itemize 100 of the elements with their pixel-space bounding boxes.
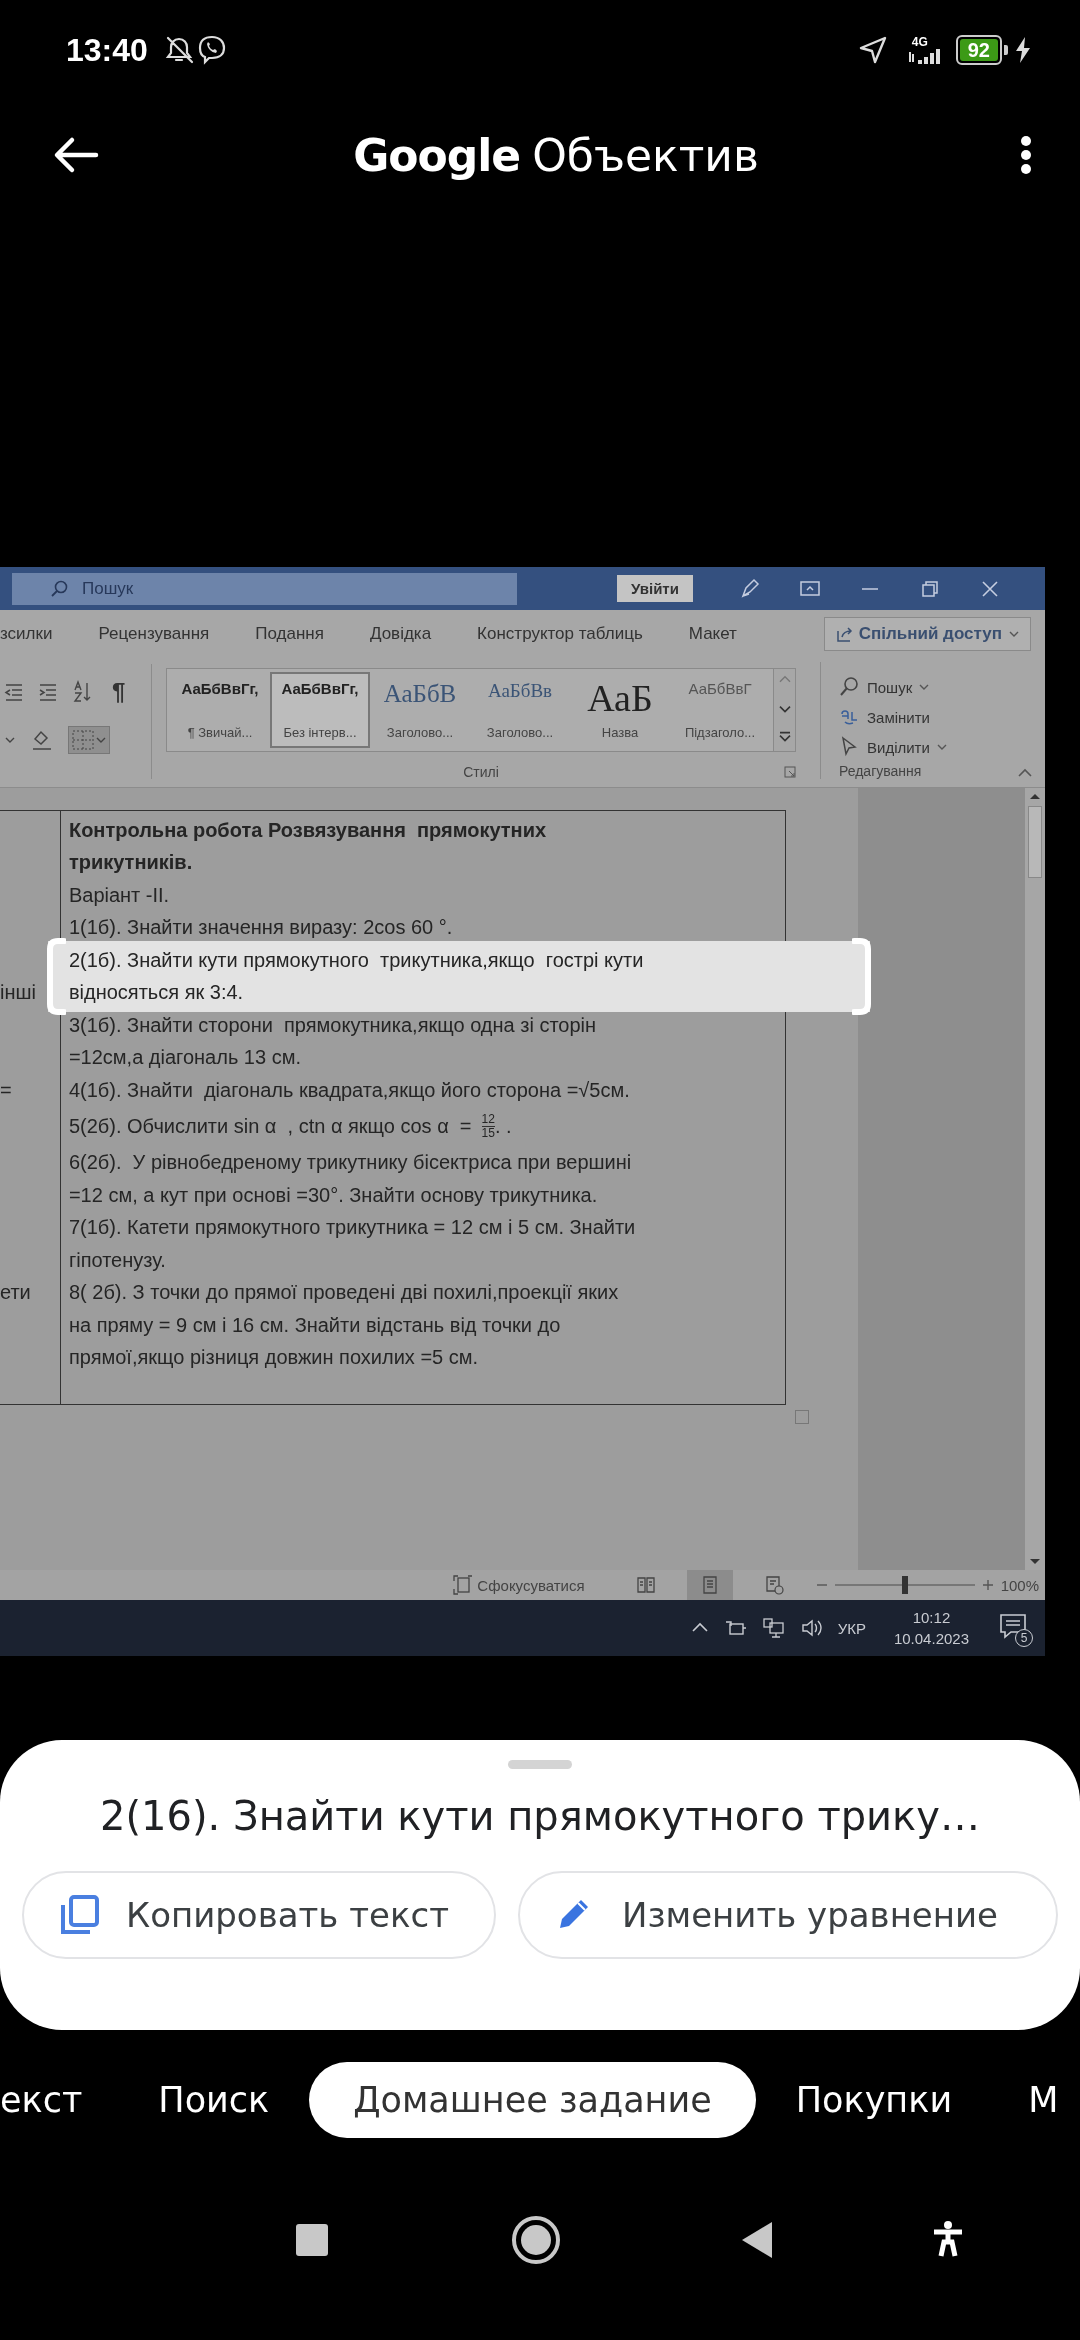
document-line: 8( 2б). З точки до прямої проведені дві похилі,проекції яких — [68, 1281, 619, 1305]
style-option[interactable]: АаБбВ Заголово... — [370, 672, 470, 748]
document-line: 7(1б). Катети прямокутного трикутника = 12 см і 5 см. Знайти — [68, 1216, 636, 1240]
caret-icon — [95, 735, 107, 745]
decrease-indent-icon[interactable] — [4, 682, 24, 702]
editing-command[interactable]: Пошук — [839, 672, 1000, 702]
location-arrow-icon — [857, 35, 888, 65]
document-line: . . — [494, 1115, 512, 1138]
network-icon[interactable] — [761, 1617, 786, 1639]
style-option[interactable]: АаБбВвГ Підзаголо... — [670, 672, 770, 748]
more-options-icon[interactable] — [1020, 135, 1032, 175]
action-button[interactable]: Изменить уравнение — [518, 1871, 1058, 1959]
style-option[interactable]: АаБбВвГг, Без інтерв... — [270, 672, 370, 748]
selection-bracket-icon[interactable] — [852, 937, 872, 1016]
style-option[interactable]: АаБ Назва — [570, 672, 670, 748]
recognized-text: 2(16). Знайти кути прямокутного трику… — [100, 1793, 980, 1839]
ribbon-tab[interactable]: Конструктор таблиць — [477, 624, 643, 644]
group-label: Стилі — [463, 764, 499, 780]
dialog-launcher-icon[interactable] — [784, 766, 796, 778]
caret-icon — [1008, 629, 1020, 639]
increase-indent-icon[interactable] — [38, 682, 58, 702]
mode-tab[interactable]: Покупки — [757, 2062, 991, 2138]
document-line: 5(2б). Обчислити sin α , ctn α якщо cos α = — [68, 1115, 472, 1138]
action-button[interactable]: Копировать текст — [22, 1871, 496, 1959]
square-icon[interactable] — [294, 2222, 330, 2258]
document-line: відносяться як 3:4. — [68, 981, 244, 1005]
ribbon-tab[interactable]: зсилки — [0, 624, 53, 644]
cell-text: інші — [0, 981, 36, 1005]
editing-command[interactable]: Замінити — [839, 702, 1000, 732]
copy-icon — [58, 1894, 100, 1936]
document-line: =12см,а діагональ 13 см. — [68, 1046, 301, 1070]
caret-icon — [935, 742, 948, 752]
document-line: Контрольна робота Розвязування прямокутних — [68, 818, 547, 842]
group-label: Редагування — [839, 763, 923, 779]
focus-icon — [453, 1575, 474, 1595]
ribbon-tab[interactable]: Рецензування — [98, 624, 210, 644]
language-indicator[interactable]: УКР — [837, 1619, 866, 1637]
shading-icon[interactable] — [30, 729, 54, 751]
drag-handle[interactable] — [508, 1760, 572, 1769]
caret-icon — [918, 682, 931, 692]
brand-name: Google — [353, 129, 521, 181]
style-option[interactable]: АаБбВв Заголово... — [470, 672, 570, 748]
zoom-level[interactable]: 100% — [1000, 1576, 1039, 1594]
selection-bracket-icon[interactable] — [46, 937, 66, 1016]
vertical-scrollbar[interactable] — [1025, 788, 1045, 1570]
signal-icon — [907, 47, 942, 65]
battery-plug-icon[interactable] — [723, 1618, 748, 1638]
table-resize-handle[interactable] — [795, 1410, 809, 1424]
focus-button[interactable]: Сфокусуватися — [453, 1575, 585, 1595]
view-button[interactable] — [686, 1570, 733, 1600]
document-line: гіпотенузу. — [68, 1248, 166, 1272]
table-borders-icon — [71, 729, 95, 751]
fraction: 12 15 — [481, 1113, 495, 1140]
share-icon — [834, 625, 853, 643]
battery-level: 92 — [959, 39, 998, 61]
caret-icon[interactable] — [4, 735, 16, 745]
document-line: прямої,якщо різниця довжин похилих =5 см. — [68, 1346, 479, 1370]
document-line: =12 см, а кут при основі =30°. Знайти основу трикутника. — [68, 1183, 598, 1207]
bell-off-icon — [163, 34, 196, 66]
cell-text: = — [0, 1078, 12, 1102]
document-line: на пряму = 9 см і 16 см. Знайти відстань від точки до — [68, 1313, 561, 1337]
editing-command[interactable]: Виділити — [839, 732, 1000, 762]
mode-tab[interactable]: М — [990, 2062, 1080, 2138]
collapse-ribbon-icon[interactable] — [1017, 767, 1033, 779]
zoom-in-icon[interactable] — [980, 1579, 995, 1591]
sign-in-button[interactable]: Увійти — [617, 575, 693, 602]
clock-time: 13:40 — [66, 31, 148, 69]
network-type: 4G — [911, 35, 928, 48]
document-line: 3(1б). Знайти сторони прямокутника,якщо одна зі сторін — [68, 1013, 597, 1037]
book-icon — [635, 1575, 656, 1595]
scroll-thumb[interactable] — [1028, 806, 1042, 878]
ribbon-tab[interactable]: Довідка — [369, 624, 432, 644]
mode-tab[interactable]: екст — [0, 2062, 121, 2138]
pilcrow-button[interactable]: ¶ — [112, 678, 126, 706]
search-icon — [50, 579, 68, 598]
document-line: 4(1б). Знайти діагональ квадрата,якщо його сторона =√5см. — [68, 1078, 630, 1102]
clock-date[interactable]: 10.04.2023 — [893, 1630, 969, 1647]
web-page-icon — [763, 1575, 784, 1595]
speaker-icon[interactable] — [799, 1617, 824, 1639]
clock-time[interactable]: 10:12 — [912, 1609, 951, 1626]
cell-text: ети — [0, 1281, 31, 1305]
notification-icon[interactable] — [997, 1611, 1029, 1641]
style-option[interactable]: АаБбВвГг, ¶ Звичай... — [170, 672, 270, 748]
mode-tab[interactable]: Поиск — [120, 2062, 308, 2138]
home-circle-icon[interactable] — [510, 2214, 562, 2266]
document-line: трикутників. — [68, 851, 193, 875]
notification-badge: 5 — [1015, 1629, 1033, 1647]
mode-tab[interactable]: Домашнее задание — [309, 2062, 756, 2138]
back-arrow-icon[interactable] — [52, 135, 100, 175]
ribbon-tab[interactable]: Подання — [255, 624, 324, 644]
search-field[interactable]: Пошук — [12, 572, 517, 605]
ribbon-tab[interactable]: Макет — [688, 624, 737, 644]
share-button[interactable]: Спільний доступ — [823, 617, 1031, 651]
document-line: 2(1б). Знайти кути прямокутного трикутника,якщо гострі кути — [68, 948, 644, 972]
document-line: Варіант -II. — [68, 883, 170, 907]
slider-thumb[interactable] — [901, 1576, 908, 1594]
document-line: 1(1б). Знайти значення виразу: 2cos 60 °. — [68, 916, 453, 940]
header-title: Объектив — [532, 129, 759, 181]
charging-bolt-icon — [1014, 36, 1032, 64]
search-icon — [839, 676, 861, 698]
